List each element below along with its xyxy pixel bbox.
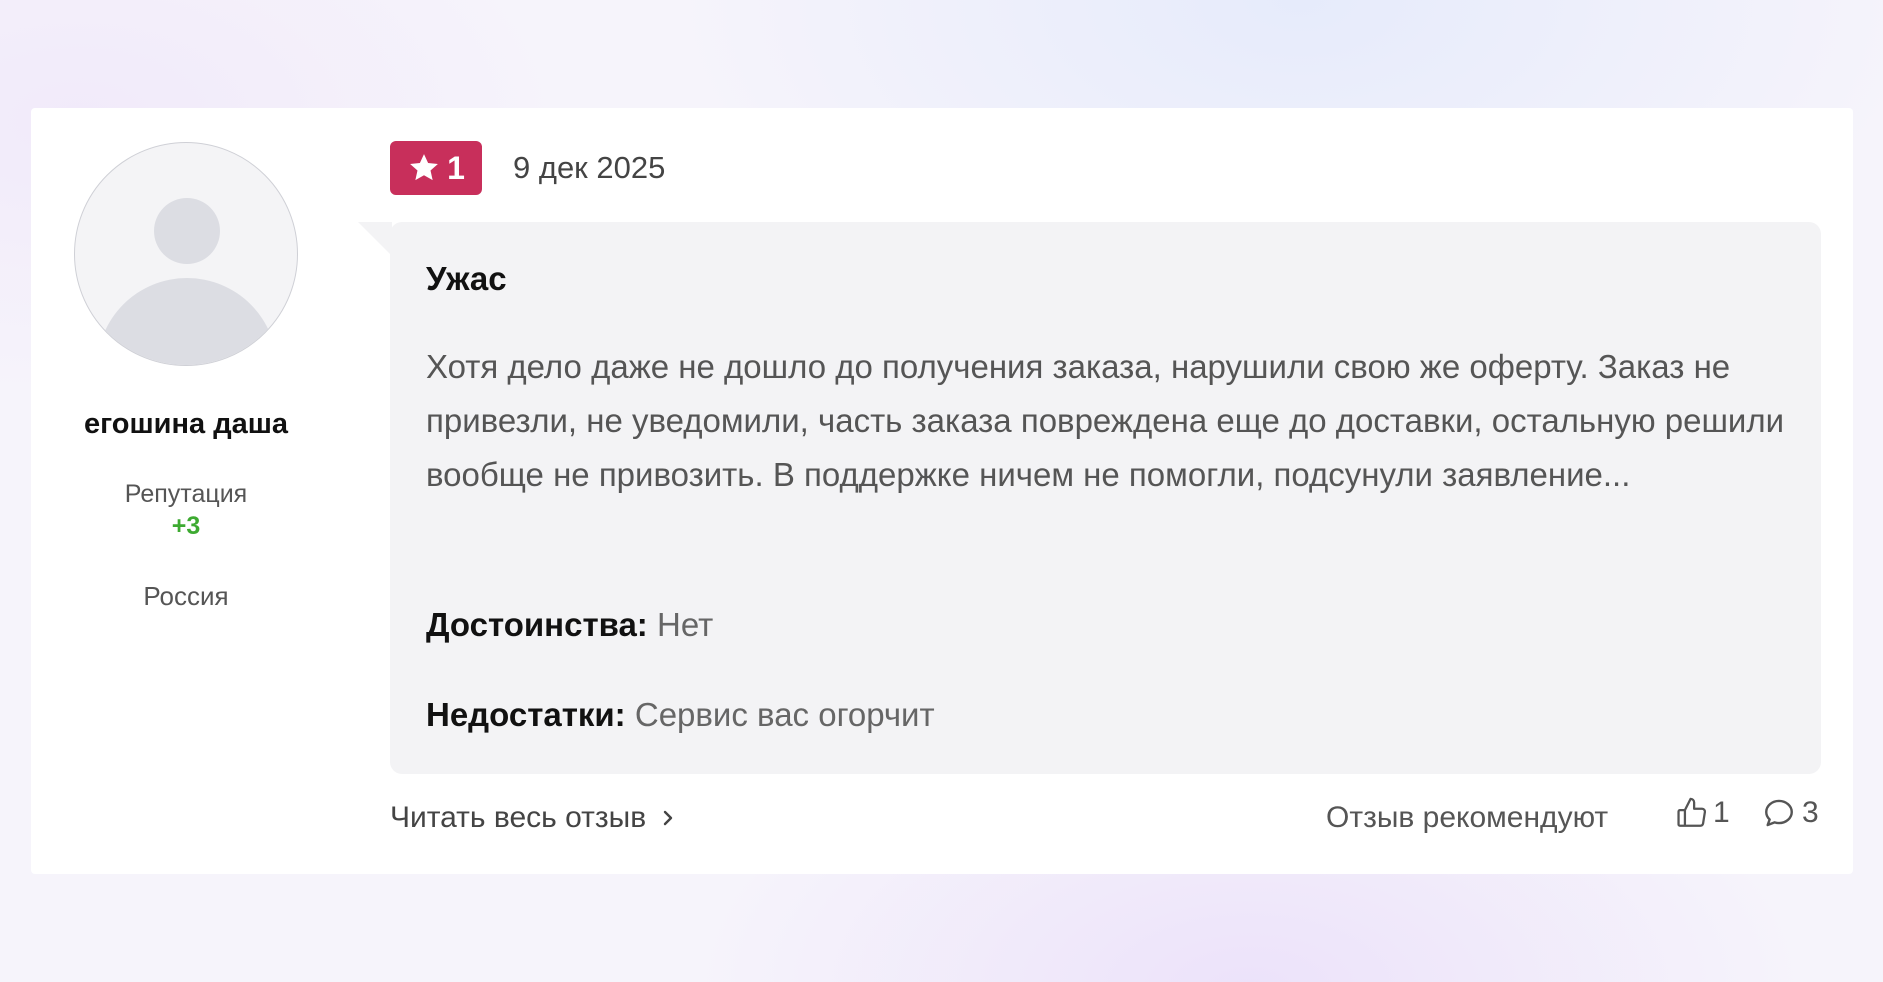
like-button[interactable]: 1 <box>1675 796 1730 830</box>
review-text: Хотя дело даже не дошло до получения зак… <box>426 348 1785 493</box>
cons-label: Недостатки: <box>426 696 626 733</box>
star-icon <box>410 154 438 181</box>
author-country: Россия <box>143 581 229 611</box>
chevron-right-icon <box>663 810 673 826</box>
author-name[interactable]: егошина даша <box>31 408 341 441</box>
recommend-label: Отзыв рекомендуют <box>1326 801 1609 834</box>
read-more-label: Читать весь отзыв <box>390 801 647 834</box>
bubble-tail <box>358 222 392 256</box>
rating-badge: 1 <box>390 141 482 195</box>
comments-button[interactable]: 3 <box>1762 796 1819 830</box>
pros-label: Достоинства: <box>426 606 648 643</box>
thumbs-up-icon <box>1677 797 1707 827</box>
speech-bubble-icon <box>1765 799 1793 827</box>
reputation-value: +3 <box>171 512 201 540</box>
review-card: егошина даша Репутация +3 Россия 1 9 дек… <box>31 108 1853 874</box>
likes-count: 1 <box>1713 796 1730 829</box>
rating-value: 1 <box>447 150 465 186</box>
avatar-head-shape <box>154 198 220 264</box>
review-title[interactable]: Ужас <box>426 260 507 298</box>
cons-value: Сервис вас огорчит <box>634 696 935 733</box>
read-full-review-link[interactable]: Читать весь отзыв <box>390 801 676 835</box>
user-placeholder-icon[interactable] <box>74 142 298 366</box>
review-bubble: Ужас Хотя дело даже не дошло до получени… <box>390 222 1821 774</box>
reputation-label: Репутация <box>124 480 248 508</box>
review-cons: Недостатки: Сервис вас огорчит <box>426 696 935 734</box>
comments-count: 3 <box>1802 796 1819 829</box>
review-date: 9 дек 2025 <box>513 150 666 185</box>
pros-value: Нет <box>656 606 714 643</box>
avatar-body-shape <box>97 278 277 365</box>
review-pros: Достоинства: Нет <box>426 606 713 644</box>
